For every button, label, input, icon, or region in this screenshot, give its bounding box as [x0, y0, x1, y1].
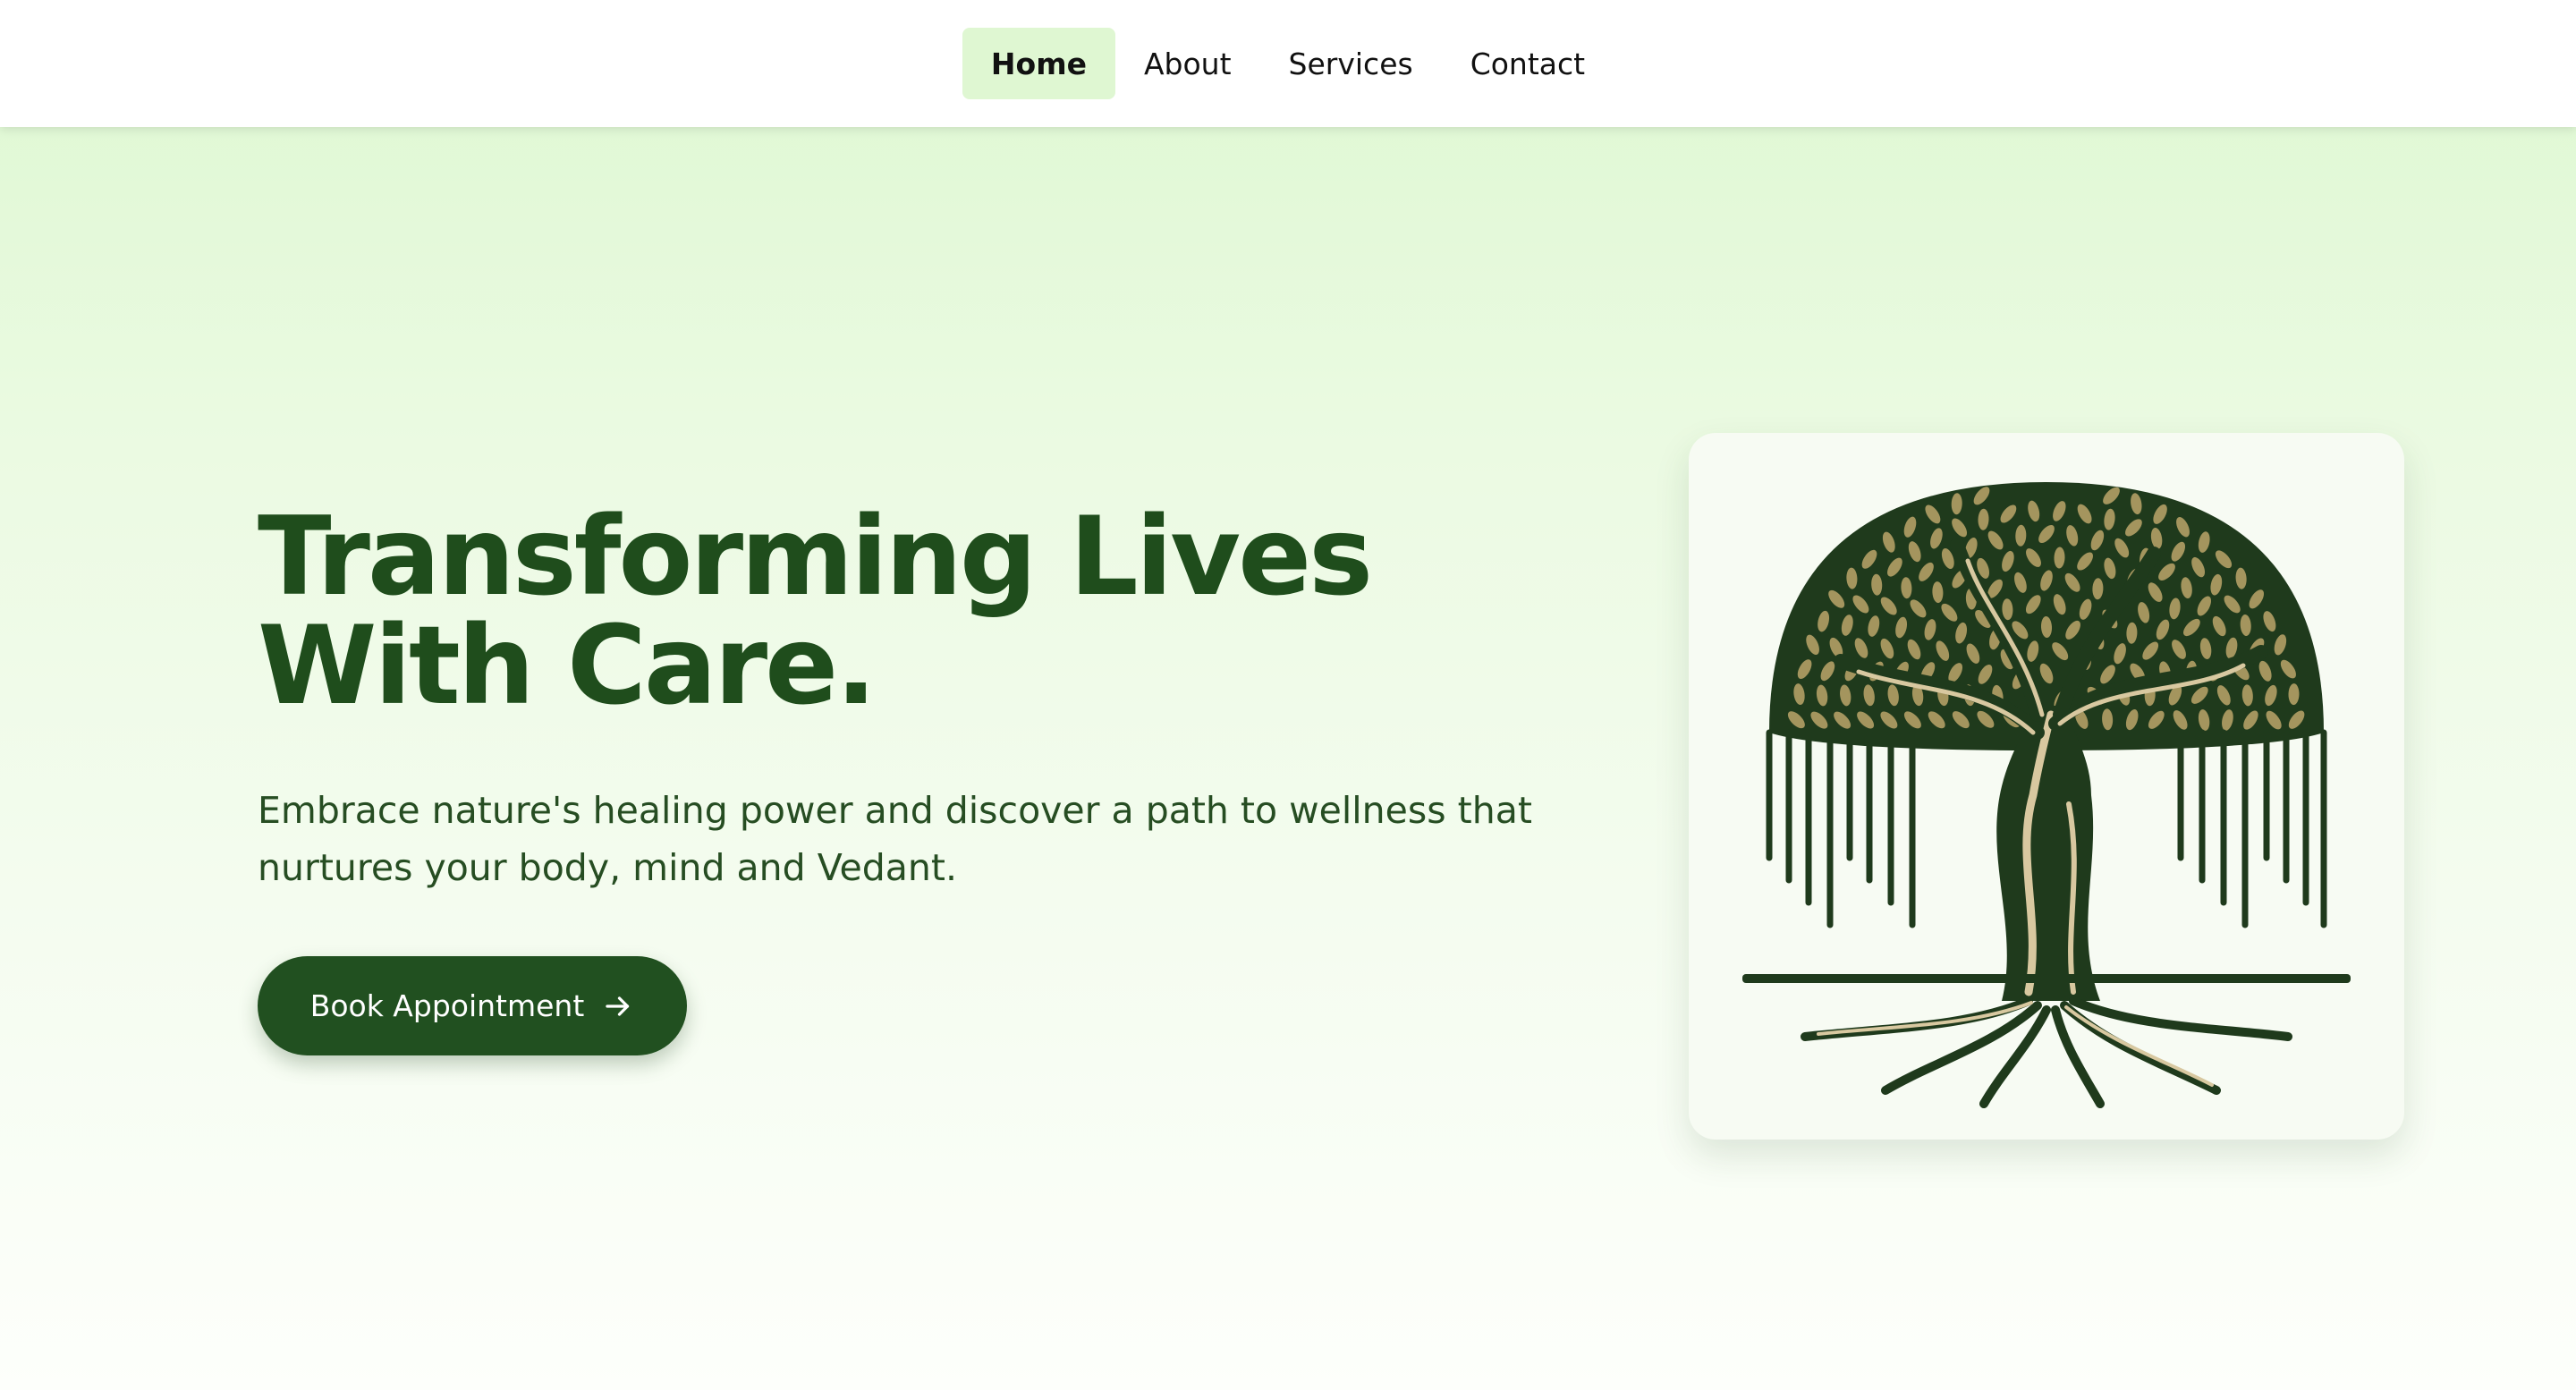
top-navbar: Home About Services Contact	[0, 0, 2576, 127]
book-appointment-label: Book Appointment	[309, 988, 585, 1023]
hero-subtitle: Embrace nature's healing power and disco…	[258, 789, 1532, 889]
nav-item-home[interactable]: Home	[962, 28, 1115, 99]
hero-title: Transforming Lives With Care.	[258, 494, 1373, 729]
page: Home About Services Contact Transforming…	[0, 0, 2576, 1390]
arrow-right-icon	[602, 990, 634, 1022]
tree-of-life-logo	[1742, 482, 2351, 1108]
book-appointment-button[interactable]: Book Appointment	[258, 956, 687, 1055]
nav-item-about[interactable]: About	[1115, 28, 1260, 99]
nav-item-contact[interactable]: Contact	[1442, 28, 1614, 99]
nav-item-services[interactable]: Services	[1260, 28, 1442, 99]
nav-list: Home About Services Contact	[962, 28, 1614, 99]
hero-image-card	[1689, 433, 2404, 1140]
